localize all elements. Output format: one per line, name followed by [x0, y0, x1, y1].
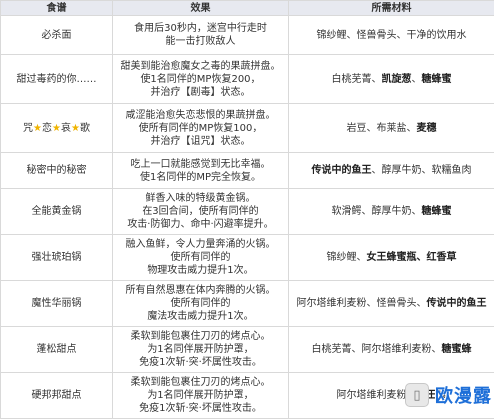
- effect-line: 使所有同伴的: [116, 251, 285, 264]
- watermark-text: 欧漫露: [435, 382, 492, 408]
- material-text: 白桃芜菁、阿尔塔维利麦粉、: [312, 344, 442, 355]
- recipe-effect: 所有自然恩惠在体内奔腾的火锅。 使所有同伴的 魔法攻击威力提升1次。: [113, 281, 289, 327]
- star-icon: ★: [71, 123, 80, 134]
- effect-line: 为1名同伴展开防护罩，: [116, 389, 285, 402]
- recipe-materials: 岩豆、布莱盐、麦穗: [289, 104, 494, 153]
- recipe-materials: 白桃芜菁、阿尔塔维利麦粉、糖蜜蜂: [289, 327, 494, 373]
- material-key: 麦穗: [417, 123, 437, 134]
- table-row: 强壮琥珀锅 融入鱼鲜，令人力量奔涌的火锅。 使所有同伴的 物理攻击威力提升1次。…: [1, 235, 494, 281]
- effect-line: 在3回合间，使所有同伴的: [116, 205, 285, 218]
- recipe-materials: 锦纱鲤、女王蜂蜜瓶、红香草: [289, 235, 494, 281]
- table-row: 必杀面 食用后30秒内，迷宫中行走时 能一击打败敌人 锦纱鲤、怪兽骨头、干净的饮…: [1, 16, 494, 55]
- recipe-effect: 柔软到能包裹住刀刃的烤点心。 为1名同伴展开防护罩， 免疫1次斩·突·坏属性攻击…: [113, 327, 289, 373]
- recipe-effect: 吃上一口就能感觉到无比幸福。 使1名同伴的MP完全恢复。: [113, 153, 289, 189]
- recipe-name: 全能黄金锅: [1, 189, 113, 235]
- effect-line: 吃上一口就能感觉到无比幸福。: [116, 158, 285, 171]
- recipe-materials: 阿尔塔维利麦粉、怪兽骨头、传说中的鱼王: [289, 281, 494, 327]
- recipe-materials: 锦纱鲤、怪兽骨头、干净的饮用水: [289, 16, 494, 55]
- material-key: 女王蜂蜜瓶、红香草: [367, 252, 457, 263]
- material-text: 锦纱鲤、怪兽骨头、干净的饮用水: [317, 30, 467, 41]
- effect-line: 咸涩能治愈失恋悲恨的果蔬拼盘。: [116, 109, 285, 122]
- table-row: 全能黄金锅 鲜香入味的特级黄金锅。 在3回合间，使所有同伴的 攻击·防御力、命中…: [1, 189, 494, 235]
- table-row: 甜过毒药的你…… 甜美到能治愈魔女之毒的果蔬拼盘。 使1名同伴的MP恢复200，…: [1, 55, 494, 104]
- effect-line: 免疫1次斩·突·坏属性攻击。: [116, 356, 285, 369]
- recipe-name: 魔性华丽锅: [1, 281, 113, 327]
- effect-line: 能一击打败敌人: [116, 35, 285, 48]
- recipe-materials: 传说中的鱼王、醇厚牛奶、软糯鱼肉: [289, 153, 494, 189]
- header-effect: 效果: [113, 1, 289, 16]
- header-recipe: 食谱: [1, 1, 113, 16]
- material-key: 糖蜜蜂: [442, 344, 472, 355]
- material-key: 糖蜂蜜: [422, 206, 452, 217]
- recipe-name: 必杀面: [1, 16, 113, 55]
- phone-logo-icon: ▯: [405, 383, 429, 407]
- star-icon: ★: [33, 123, 42, 134]
- effect-line: 免疫1次斩·突·坏属性攻击。: [116, 402, 285, 415]
- material-key: 糖蜂蜜: [422, 74, 452, 85]
- material-key: 传说中的鱼王: [427, 298, 487, 309]
- material-text: 阿尔塔维利麦粉、怪兽骨头、: [297, 298, 427, 309]
- table-row: 秘密中的秘密 吃上一口就能感觉到无比幸福。 使1名同伴的MP完全恢复。 传说中的…: [1, 153, 494, 189]
- effect-line: 攻击·防御力、命中·闪避率提升。: [116, 218, 285, 231]
- recipe-effect: 甜美到能治愈魔女之毒的果蔬拼盘。 使1名同伴的MP恢复200， 并治疗【剧毒】状…: [113, 55, 289, 104]
- recipe-table: 食谱 效果 所需材料 必杀面 食用后30秒内，迷宫中行走时 能一击打败敌人 锦纱…: [0, 0, 494, 419]
- recipe-name: 甜过毒药的你……: [1, 55, 113, 104]
- effect-line: 食用后30秒内，迷宫中行走时: [116, 22, 285, 35]
- name-part: 歌: [80, 123, 90, 134]
- effect-line: 鲜香入味的特级黄金锅。: [116, 192, 285, 205]
- table-header-row: 食谱 效果 所需材料: [1, 1, 494, 16]
- recipe-effect: 咸涩能治愈失恋悲恨的果蔬拼盘。 使所有同伴的MP恢复100， 并治疗【诅咒】状态…: [113, 104, 289, 153]
- recipe-name: 秘密中的秘密: [1, 153, 113, 189]
- effect-line: 甜美到能治愈魔女之毒的果蔬拼盘。: [116, 60, 285, 73]
- star-icon: ★: [52, 123, 61, 134]
- material-key: 传说中的鱼王: [312, 165, 372, 176]
- effect-line: 使所有同伴的: [116, 297, 285, 310]
- effect-line: 魔法攻击威力提升1次。: [116, 310, 285, 323]
- recipe-effect: 鲜香入味的特级黄金锅。 在3回合间，使所有同伴的 攻击·防御力、命中·闪避率提升…: [113, 189, 289, 235]
- material-text: 软滑鳄、醇厚牛奶、: [332, 206, 422, 217]
- material-text: 锦纱鲤、: [327, 252, 367, 263]
- effect-line: 物理攻击威力提升1次。: [116, 264, 285, 277]
- recipe-materials: 软滑鳄、醇厚牛奶、糖蜂蜜: [289, 189, 494, 235]
- header-materials: 所需材料: [289, 1, 494, 16]
- effect-line: 使1名同伴的MP完全恢复。: [116, 171, 285, 184]
- recipe-name: 强壮琥珀锅: [1, 235, 113, 281]
- effect-line: 柔软到能包裹住刀刃的烤点心。: [116, 330, 285, 343]
- table-row: 咒★恋★哀★歌 咸涩能治愈失恋悲恨的果蔬拼盘。 使所有同伴的MP恢复100， 并…: [1, 104, 494, 153]
- effect-line: 并治疗【剧毒】状态。: [116, 86, 285, 99]
- material-text: 岩豆、布莱盐、: [347, 123, 417, 134]
- recipe-effect: 食用后30秒内，迷宫中行走时 能一击打败敌人: [113, 16, 289, 55]
- effect-line: 并治疗【诅咒】状态。: [116, 135, 285, 148]
- effect-line: 所有自然恩惠在体内奔腾的火锅。: [116, 284, 285, 297]
- material-text: 、: [412, 74, 422, 85]
- recipe-name: 咒★恋★哀★歌: [1, 104, 113, 153]
- material-text: 、醇厚牛奶、软糯鱼肉: [372, 165, 472, 176]
- name-part: 哀: [61, 123, 71, 134]
- watermark: ▯ 欧漫露: [405, 382, 492, 408]
- table-row: 魔性华丽锅 所有自然恩惠在体内奔腾的火锅。 使所有同伴的 魔法攻击威力提升1次。…: [1, 281, 494, 327]
- effect-line: 使所有同伴的MP恢复100，: [116, 122, 285, 135]
- effect-line: 柔软到能包裹住刀刃的烤点心。: [116, 376, 285, 389]
- recipe-effect: 融入鱼鲜，令人力量奔涌的火锅。 使所有同伴的 物理攻击威力提升1次。: [113, 235, 289, 281]
- recipe-name: 蓬松甜点: [1, 327, 113, 373]
- material-text: 白桃芜菁、: [332, 74, 382, 85]
- name-part: 恋: [42, 123, 52, 134]
- effect-line: 使1名同伴的MP恢复200，: [116, 73, 285, 86]
- material-key: 凯旋葱: [382, 74, 412, 85]
- recipe-materials: 白桃芜菁、凯旋葱、糖蜂蜜: [289, 55, 494, 104]
- name-part: 咒: [23, 123, 33, 134]
- effect-line: 为1名同伴展开防护罩，: [116, 343, 285, 356]
- table-row: 蓬松甜点 柔软到能包裹住刀刃的烤点心。 为1名同伴展开防护罩， 免疫1次斩·突·…: [1, 327, 494, 373]
- effect-line: 融入鱼鲜，令人力量奔涌的火锅。: [116, 238, 285, 251]
